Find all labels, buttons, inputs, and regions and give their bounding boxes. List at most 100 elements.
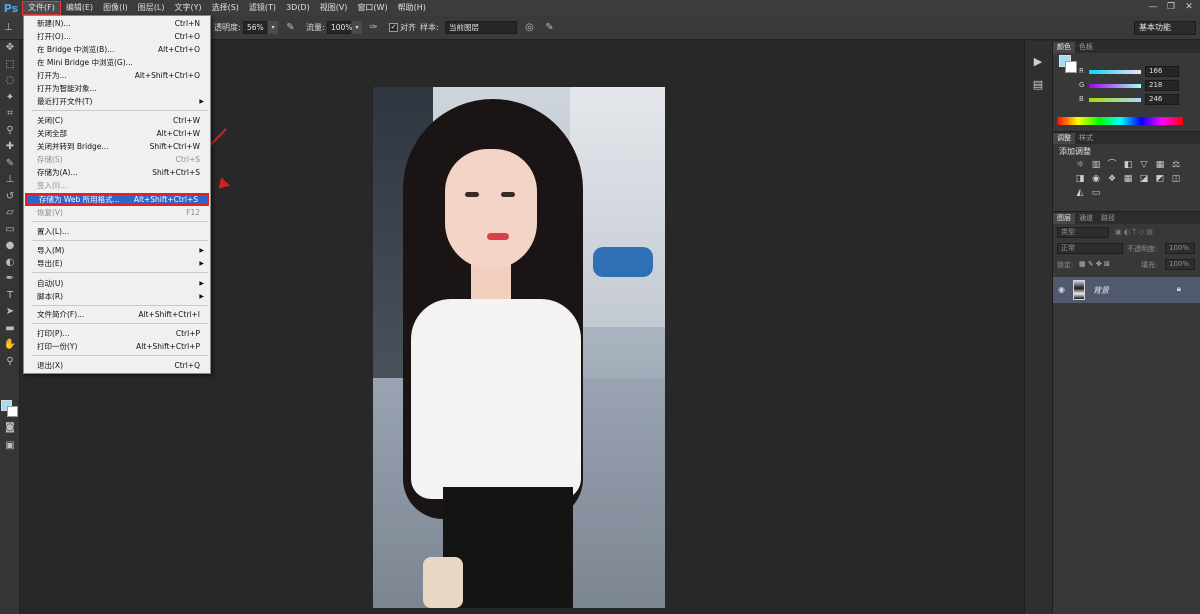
- layer-row-background[interactable]: ◉ 背景 🔒︎: [1053, 277, 1200, 303]
- align-checkbox[interactable]: ✓: [389, 23, 398, 32]
- gradient-tool-icon[interactable]: ▭: [0, 222, 20, 239]
- menu-open-as-smart-object[interactable]: 打开为智能对象...: [25, 82, 209, 95]
- menu-edit[interactable]: 编辑(E): [61, 1, 98, 15]
- move-tool-icon[interactable]: ✥: [0, 40, 20, 57]
- menu-help[interactable]: 帮助(H): [393, 1, 431, 15]
- menu-open[interactable]: 打开(O)... Ctrl+O: [25, 30, 209, 43]
- color-spectrum-bar[interactable]: [1057, 117, 1183, 125]
- restore-icon[interactable]: ❐: [1164, 1, 1178, 13]
- dodge-tool-icon[interactable]: ◐: [0, 255, 20, 272]
- brightness-icon[interactable]: ☼: [1075, 160, 1085, 171]
- menu-scripts[interactable]: 脚本(R) ▶: [25, 290, 209, 303]
- tab-layers[interactable]: 图层: [1053, 213, 1075, 224]
- menu-layer[interactable]: 图层(L): [133, 1, 170, 15]
- curves-icon[interactable]: ⌒: [1107, 160, 1117, 171]
- menu-print[interactable]: 打印(P)... Ctrl+P: [25, 327, 209, 340]
- close-icon[interactable]: ✕: [1182, 1, 1196, 13]
- stamp-tool-icon[interactable]: ⊥: [2, 21, 15, 34]
- clone-stamp-tool-icon[interactable]: ⊥: [0, 172, 20, 189]
- lock-icons[interactable]: ▦ ✎ ✥ ⊠: [1079, 260, 1110, 272]
- menu-exit[interactable]: 退出(X) Ctrl+Q: [25, 359, 209, 372]
- menu-file-info[interactable]: 文件简介(F)... Alt+Shift+Ctrl+I: [25, 308, 209, 321]
- menu-view[interactable]: 视图(V): [315, 1, 353, 15]
- hue-saturation-icon[interactable]: ▦: [1155, 160, 1165, 171]
- menu-file[interactable]: 文件(F): [22, 1, 61, 15]
- crop-tool-icon[interactable]: ⌗: [0, 106, 20, 123]
- levels-icon[interactable]: ▥: [1091, 160, 1101, 171]
- flow-dropdown-icon[interactable]: ▾: [352, 21, 362, 34]
- selective-color-icon[interactable]: ◭: [1075, 188, 1085, 199]
- layer-opacity-input[interactable]: 100%: [1165, 243, 1195, 254]
- menu-image[interactable]: 图像(I): [98, 1, 133, 15]
- menu-filter[interactable]: 滤镜(T): [244, 1, 281, 15]
- red-value[interactable]: 166: [1145, 66, 1179, 77]
- tab-adjustments[interactable]: 调整: [1053, 133, 1075, 144]
- opacity-input[interactable]: 56%: [243, 21, 267, 34]
- blur-tool-icon[interactable]: ●: [0, 238, 20, 255]
- play-icon[interactable]: ▶: [1029, 53, 1047, 71]
- flow-input[interactable]: 100%: [327, 21, 352, 34]
- color-lookup-icon[interactable]: ▦: [1123, 174, 1133, 185]
- menu-select[interactable]: 选择(S): [207, 1, 244, 15]
- screen-mode-icon[interactable]: ▣: [0, 438, 20, 455]
- menu-import[interactable]: 导入(M) ▶: [25, 244, 209, 257]
- channel-mixer-icon[interactable]: ❖: [1107, 174, 1117, 185]
- blue-slider[interactable]: [1089, 98, 1141, 102]
- healing-tool-icon[interactable]: ✚: [0, 139, 20, 156]
- layer-filter-icons[interactable]: ▣ ◐ T ◇ ▤: [1115, 228, 1153, 240]
- exposure-icon[interactable]: ◧: [1123, 160, 1133, 171]
- menu-automate[interactable]: 自动(U) ▶: [25, 277, 209, 290]
- lasso-tool-icon[interactable]: ◌: [0, 73, 20, 90]
- posterize-icon[interactable]: ◩: [1155, 174, 1165, 185]
- tab-paths[interactable]: 路径: [1097, 213, 1119, 224]
- vibrance-icon[interactable]: ▽: [1139, 160, 1149, 171]
- menu-close-all[interactable]: 关闭全部 Alt+Ctrl+W: [25, 127, 209, 140]
- tab-channels[interactable]: 通道: [1075, 213, 1097, 224]
- menu-close-go-bridge[interactable]: 关闭并转到 Bridge... Shift+Ctrl+W: [25, 140, 209, 153]
- shape-tool-icon[interactable]: ▬: [0, 321, 20, 338]
- color-balance-icon[interactable]: ⚖: [1171, 160, 1181, 171]
- type-tool-icon[interactable]: T: [0, 288, 20, 305]
- menu-new[interactable]: 新建(N)... Ctrl+N: [25, 17, 209, 30]
- brush-tool-icon[interactable]: ✎: [0, 156, 20, 173]
- pressure-opacity-icon[interactable]: ✎: [284, 21, 297, 34]
- ignore-adjustment-icon[interactable]: ◎: [523, 21, 536, 34]
- minimize-icon[interactable]: —: [1146, 1, 1160, 13]
- history-panel-icon[interactable]: ▤: [1029, 76, 1047, 94]
- marquee-tool-icon[interactable]: ⬚: [0, 57, 20, 74]
- eyedropper-tool-icon[interactable]: ⚲: [0, 123, 20, 140]
- path-select-tool-icon[interactable]: ➤: [0, 304, 20, 321]
- menu-3d[interactable]: 3D(D): [281, 1, 315, 15]
- red-slider[interactable]: [1089, 70, 1141, 74]
- background-color-swatch[interactable]: [7, 406, 18, 417]
- menu-export[interactable]: 导出(E) ▶: [25, 257, 209, 270]
- zoom-tool-icon[interactable]: ⚲: [0, 354, 20, 371]
- layer-filter-select[interactable]: 类型: [1057, 227, 1109, 238]
- green-slider[interactable]: [1089, 84, 1141, 88]
- hand-tool-icon[interactable]: ✋: [0, 337, 20, 354]
- green-value[interactable]: 218: [1145, 80, 1179, 91]
- tab-swatches[interactable]: 色板: [1075, 42, 1097, 53]
- menu-save-for-web[interactable]: 存储为 Web 所用格式... Alt+Shift+Ctrl+S: [25, 193, 209, 206]
- menu-save-as[interactable]: 存储为(A)... Shift+Ctrl+S: [25, 166, 209, 179]
- pressure-size-icon[interactable]: ✎: [543, 21, 556, 34]
- sample-select[interactable]: 当前图层: [445, 21, 517, 34]
- threshold-icon[interactable]: ◫: [1171, 174, 1181, 185]
- quick-mask-icon[interactable]: ◙: [0, 420, 20, 437]
- layer-name[interactable]: 背景: [1093, 285, 1109, 296]
- pen-tool-icon[interactable]: ✒: [0, 271, 20, 288]
- eraser-tool-icon[interactable]: ▱: [0, 205, 20, 222]
- menu-recent-files[interactable]: 最近打开文件(T) ▶: [25, 95, 209, 108]
- black-white-icon[interactable]: ◨: [1075, 174, 1085, 185]
- menu-open-as[interactable]: 打开为... Alt+Shift+Ctrl+O: [25, 69, 209, 82]
- background-color-chip[interactable]: [1065, 61, 1077, 73]
- blue-value[interactable]: 246: [1145, 94, 1179, 105]
- quick-select-tool-icon[interactable]: ✦: [0, 90, 20, 107]
- menu-browse-mini-bridge[interactable]: 在 Mini Bridge 中浏览(G)...: [25, 56, 209, 69]
- fill-input[interactable]: 100%: [1165, 259, 1195, 270]
- menu-type[interactable]: 文字(Y): [169, 1, 206, 15]
- menu-place[interactable]: 置入(L)...: [25, 225, 209, 238]
- history-brush-tool-icon[interactable]: ↺: [0, 189, 20, 206]
- visibility-eye-icon[interactable]: ◉: [1058, 285, 1065, 294]
- menu-browse-bridge[interactable]: 在 Bridge 中浏览(B)... Alt+Ctrl+O: [25, 43, 209, 56]
